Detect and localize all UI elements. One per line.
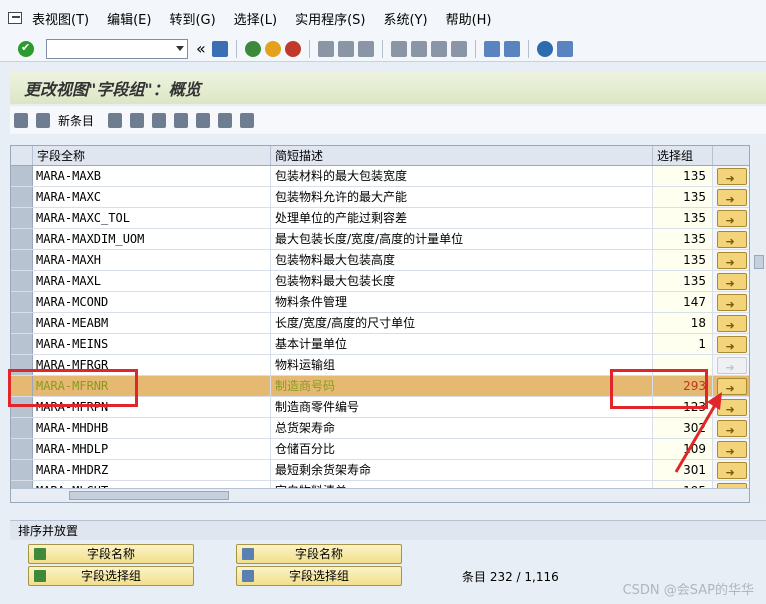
annotation-arrow <box>674 392 722 473</box>
